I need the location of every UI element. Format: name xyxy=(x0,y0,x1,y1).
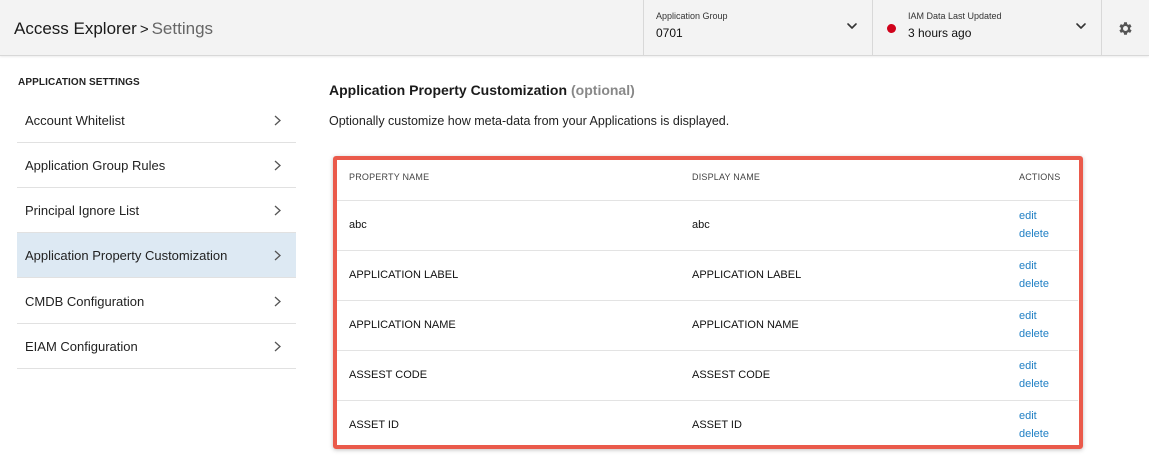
iam-data-label: IAM Data Last Updated xyxy=(908,11,1002,21)
app-frame: Access Explorer > Settings Application Gro… xyxy=(0,0,1149,457)
edit-link[interactable]: edit xyxy=(1019,310,1037,322)
gear-icon[interactable] xyxy=(1117,20,1134,37)
sidebar-item-label: Principal Ignore List xyxy=(25,203,140,218)
chevron-down-icon[interactable] xyxy=(1075,20,1087,32)
delete-link[interactable]: delete xyxy=(1019,228,1049,240)
property-name-cell: APPLICATION NAME xyxy=(349,319,456,331)
sidebar-item-label: EIAM Configuration xyxy=(25,339,138,354)
edit-link[interactable]: edit xyxy=(1019,410,1037,422)
application-group-value: 0701 xyxy=(656,26,683,40)
chevron-right-icon xyxy=(274,115,281,126)
sidebar-item-eiam-configuration[interactable]: EIAM Configuration xyxy=(17,324,296,369)
edit-link[interactable]: edit xyxy=(1019,360,1037,372)
sidebar-item-application-group-rules[interactable]: Application Group Rules xyxy=(17,143,296,188)
application-group-selector[interactable]: Application Group 0701 xyxy=(643,0,872,55)
sidebar-item-label: Account Whitelist xyxy=(25,113,125,128)
edit-link[interactable]: edit xyxy=(1019,210,1037,222)
sidebar-item-application-property-customization[interactable]: Application Property Customization xyxy=(17,233,296,278)
display-name-cell: ASSEST CODE xyxy=(692,369,771,381)
delete-link[interactable]: delete xyxy=(1019,278,1049,290)
display-name-cell: APPLICATION LABEL xyxy=(692,269,802,281)
page-title-optional: (optional) xyxy=(571,82,635,98)
chevron-right-icon xyxy=(274,341,281,352)
settings-sidebar: APPLICATION SETTINGS Account Whitelist A… xyxy=(0,56,296,457)
sidebar-item-label: CMDB Configuration xyxy=(25,294,145,309)
column-header-property-name: PROPERTY NAME xyxy=(349,172,430,182)
chevron-right-icon xyxy=(274,205,281,216)
table-row: APPLICATION NAME APPLICATION NAME edit d… xyxy=(337,300,1078,350)
delete-link[interactable]: delete xyxy=(1019,428,1049,440)
breadcrumb-current: Settings xyxy=(151,19,214,38)
top-header: Access Explorer > Settings Application Gro… xyxy=(0,0,1149,56)
display-name-cell: abc xyxy=(692,219,710,231)
delete-link[interactable]: delete xyxy=(1019,378,1049,390)
property-name-cell: APPLICATION LABEL xyxy=(349,269,459,281)
sidebar-item-label: Application Group Rules xyxy=(25,158,166,173)
status-dot-icon xyxy=(887,24,896,33)
sidebar-heading: APPLICATION SETTINGS xyxy=(18,77,140,88)
breadcrumb-root[interactable]: Access Explorer xyxy=(14,19,137,38)
chevron-right-icon xyxy=(274,296,281,307)
iam-data-status[interactable]: IAM Data Last Updated 3 hours ago xyxy=(872,0,1101,55)
table-row: abc abc edit delete xyxy=(337,200,1078,250)
sidebar-item-cmdb-configuration[interactable]: CMDB Configuration xyxy=(17,279,296,324)
display-name-cell: ASSET ID xyxy=(692,419,742,431)
application-group-label: Application Group xyxy=(656,11,728,21)
page-title-text: Application Property Customization xyxy=(329,82,568,98)
property-name-cell: ASSET ID xyxy=(349,419,399,431)
property-name-cell: ASSEST CODE xyxy=(349,369,428,381)
table-row: APPLICATION LABEL APPLICATION LABEL edit… xyxy=(337,250,1078,300)
chevron-down-icon[interactable] xyxy=(846,20,858,32)
page-title: Application Property Customization (optio… xyxy=(329,82,635,98)
column-header-actions: ACTIONS xyxy=(1019,172,1061,182)
edit-link[interactable]: edit xyxy=(1019,260,1037,272)
breadcrumb-separator: > xyxy=(139,21,149,38)
table-row: ASSEST CODE ASSEST CODE edit delete xyxy=(337,350,1078,400)
sidebar-item-principal-ignore-list[interactable]: Principal Ignore List xyxy=(17,188,296,233)
property-name-cell: abc xyxy=(349,219,367,231)
delete-link[interactable]: delete xyxy=(1019,328,1049,340)
chevron-right-icon xyxy=(274,250,281,261)
iam-data-value: 3 hours ago xyxy=(908,26,972,40)
table-row: ASSET ID ASSET ID edit delete xyxy=(337,400,1078,450)
sidebar-item-label: Application Property Customization xyxy=(25,248,228,263)
sidebar-item-account-whitelist[interactable]: Account Whitelist xyxy=(17,98,296,143)
page-description: Optionally customize how meta-data from … xyxy=(329,114,730,128)
chevron-right-icon xyxy=(274,160,281,171)
settings-button[interactable] xyxy=(1101,0,1149,55)
column-header-display-name: DISPLAY NAME xyxy=(692,172,761,182)
display-name-cell: APPLICATION NAME xyxy=(692,319,799,331)
breadcrumb: Access Explorer > Settings xyxy=(14,18,213,41)
